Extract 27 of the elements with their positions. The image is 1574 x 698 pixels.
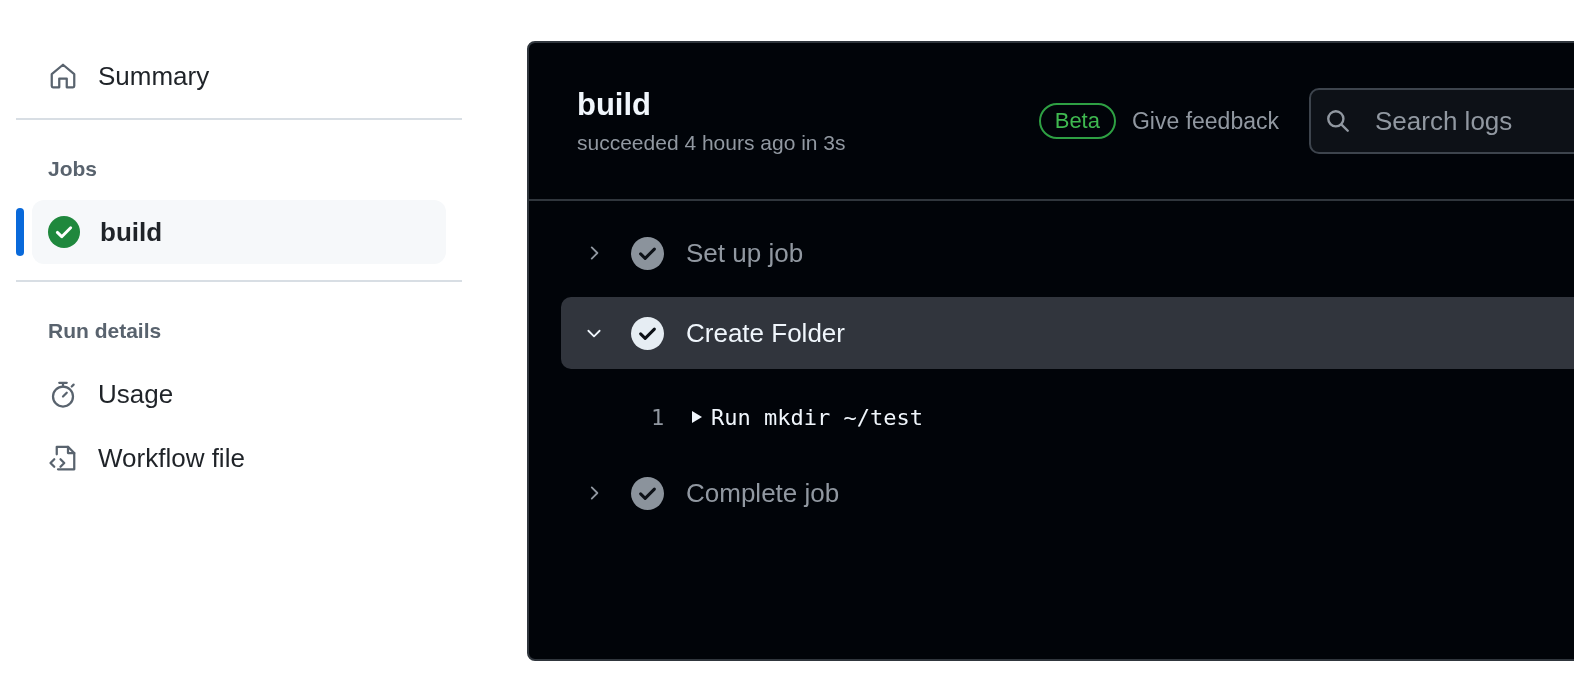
check-circle-icon (631, 236, 664, 270)
beta-label: Beta (1038, 103, 1116, 139)
line-number: 1 (651, 404, 666, 430)
log-text: Run mkdir ~/test (711, 404, 923, 430)
home-icon (48, 61, 78, 91)
section-heading: Run details (47, 319, 163, 343)
step-row[interactable]: Create Folder (561, 297, 1574, 369)
code-file-icon (48, 443, 78, 473)
step-row[interactable]: Set up job (561, 217, 1574, 289)
feedback-link[interactable]: Give feedback (1131, 107, 1279, 135)
job-status-text: succeeded 4 hours ago in 3s (577, 131, 846, 155)
check-circle-icon (631, 316, 664, 350)
sidebar-item[interactable]: build (32, 200, 446, 264)
search-field[interactable]: Search logs (1309, 88, 1574, 154)
step-name: Create Folder (686, 317, 845, 349)
job-title: build (577, 87, 653, 123)
sidebar-item[interactable]: Usage (32, 362, 446, 426)
sidebar-item[interactable]: Workflow file (32, 426, 446, 490)
sidebar-item[interactable]: Summary (32, 44, 446, 108)
check-circle-icon (631, 476, 664, 510)
step-row[interactable]: Complete job (561, 457, 1574, 529)
expand-triangle-icon[interactable] (691, 410, 703, 424)
success-check-icon (48, 216, 80, 248)
step-name: Set up job (686, 237, 804, 269)
section-heading: Jobs (47, 157, 98, 181)
step-name: Complete job (686, 477, 840, 509)
search-icon (1325, 108, 1351, 134)
